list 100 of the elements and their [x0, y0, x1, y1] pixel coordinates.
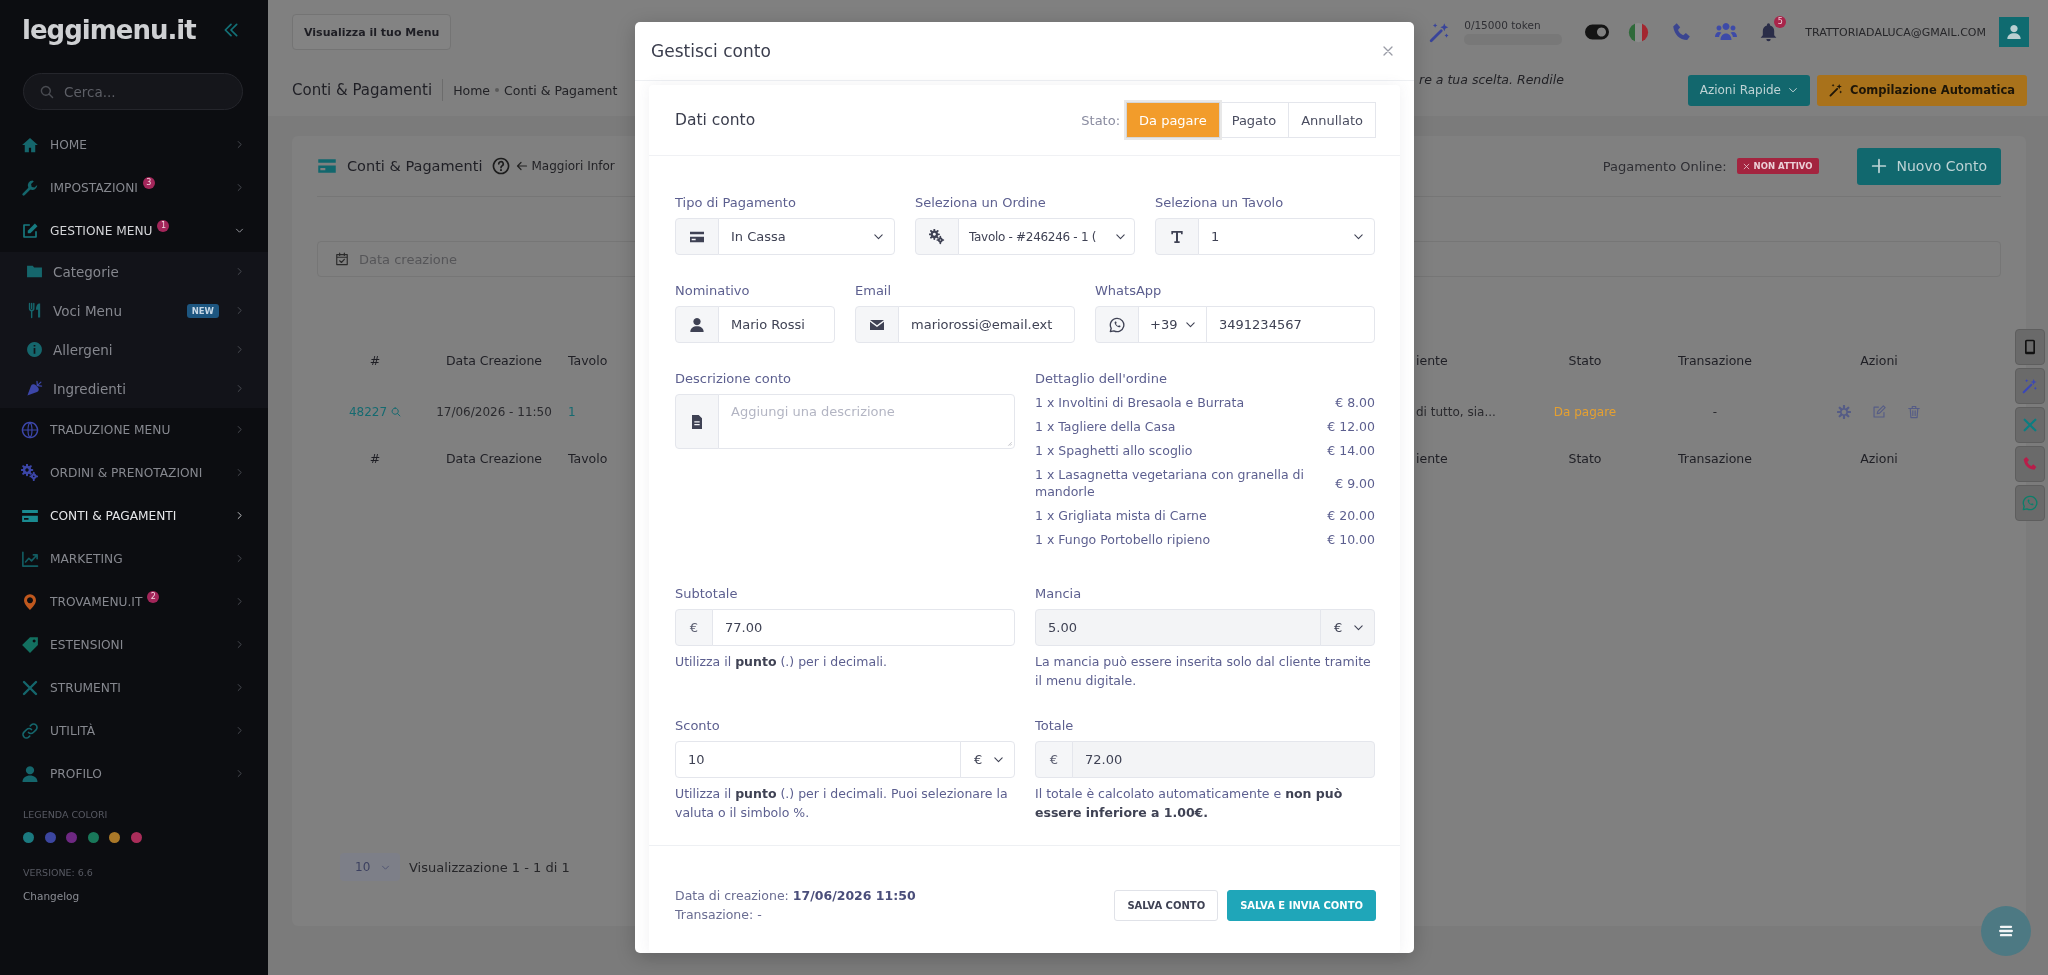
payment-type-select[interactable]: In Cassa — [718, 218, 895, 255]
search-field[interactable]: Cerca... — [23, 73, 243, 110]
help-icon[interactable] — [492, 157, 511, 175]
collapse-icon[interactable] — [223, 22, 239, 38]
tools-icon[interactable] — [2015, 407, 2045, 443]
status-toggle-button[interactable]: Annullato — [1288, 102, 1376, 138]
mobile-phone-icon[interactable] — [2015, 329, 2045, 365]
breadcrumb-link[interactable]: Home — [453, 82, 491, 98]
field-label: Nominativo — [675, 282, 751, 299]
column-header: iente — [1416, 450, 1448, 466]
help-text: Il totale è calcolato automaticamente e non può essere inferiore a 1.00€. — [1035, 785, 1344, 822]
submenu-item[interactable]: Allergeni — [0, 330, 268, 369]
order-item-text: 1 x Involtini di Bresaola e Burrata — [1035, 394, 1246, 411]
field-label: Totale — [1035, 717, 1075, 734]
order-item-text: 1 x Fungo Portobello ripieno — [1035, 531, 1212, 548]
order-item-price: € 12.00 — [1327, 418, 1375, 435]
sidebar-item[interactable]: MARKETING — [0, 537, 268, 580]
magic-wand-icon[interactable] — [1429, 21, 1451, 43]
close-icon[interactable] — [1382, 45, 1394, 57]
table-select[interactable]: 1 — [1198, 218, 1375, 255]
sidebar-item[interactable]: UTILITÀ — [0, 709, 268, 752]
order-item-price: € 9.00 — [1334, 474, 1375, 492]
save-and-send-button[interactable]: SALVA E INVIA CONTO — [1227, 889, 1376, 921]
sidebar-item[interactable]: PROFILO — [0, 752, 268, 795]
page-title: Conti & Pagamenti — [292, 81, 433, 99]
order-item-price: € 14.00 — [1327, 442, 1375, 459]
chevron-down-icon — [1115, 231, 1126, 242]
column-header: Transazione — [1678, 352, 1752, 368]
flag-icon[interactable] — [1628, 21, 1650, 43]
envelope-icon — [855, 306, 899, 343]
chevron-right-icon — [235, 683, 244, 692]
sidebar-item[interactable]: ORDINI & PRENOTAZIONI — [0, 451, 268, 494]
help-text: Utilizza il punto (.) per i decimali. Puoi selezionare la valuta o il simbolo %. — [675, 785, 1009, 822]
chevron-right-icon — [235, 726, 244, 735]
column-header: Data Creazione — [445, 450, 543, 466]
sidebar-item[interactable]: IMPOSTAZIONI 3 — [0, 166, 268, 209]
save-button[interactable]: SALVA CONTO — [1114, 889, 1219, 921]
currency-select[interactable]: € — [960, 741, 1015, 778]
sidebar-item[interactable]: STRUMENTI — [0, 666, 268, 709]
field-label: WhatsApp — [1095, 282, 1163, 299]
column-header: Data Creazione — [445, 352, 543, 368]
help-text: La mancia può essere inserita solo dal cliente tramite il menu digitale. — [1035, 653, 1372, 690]
email-input[interactable]: mariorossi@email.ext — [898, 306, 1075, 343]
trash-icon[interactable] — [1907, 405, 1921, 419]
submenu-item[interactable]: Ingredienti — [0, 369, 268, 408]
more-info-link[interactable]: Maggiori Infor — [516, 159, 615, 173]
legend-title: LEGENDA COLORI — [23, 809, 109, 821]
sidebar-item[interactable]: CONTI & PAGAMENTI — [0, 494, 268, 537]
phone-input[interactable]: 3491234567 — [1206, 306, 1375, 343]
submenu-item[interactable]: Categorie — [0, 252, 268, 291]
chevron-right-icon — [235, 511, 244, 520]
order-item-price: € 8.00 — [1334, 394, 1375, 411]
subtotal-input[interactable]: 77.00 — [712, 609, 1015, 646]
count-badge: 3 — [142, 176, 155, 189]
country-code-select[interactable]: +39 — [1138, 306, 1207, 343]
count-badge: 2 — [147, 590, 160, 603]
name-input[interactable]: Mario Rossi — [718, 306, 835, 343]
edit-icon[interactable] — [1872, 405, 1886, 419]
order-item-text: 1 x Lasagnetta vegetariana con granella di mandorle — [1035, 466, 1305, 500]
document-icon — [675, 394, 719, 449]
help-text: Utilizza il punto (.) per i decimali. — [675, 653, 889, 671]
user-icon — [675, 306, 719, 343]
settings-icon[interactable] — [1837, 405, 1851, 419]
column-header: # — [369, 352, 381, 368]
quick-actions-button[interactable]: Azioni Rapide — [1687, 74, 1810, 106]
sidebar-item[interactable]: TROVAMENU.IT 2 — [0, 580, 268, 623]
chevron-down-icon — [1353, 231, 1364, 242]
separator-dot-icon — [495, 88, 500, 92]
order-item-price: € 20.00 — [1327, 507, 1375, 524]
chevron-down-icon — [993, 754, 1004, 765]
phone-icon[interactable] — [1671, 21, 1693, 43]
submenu-item[interactable]: Voci Menu NEW — [0, 291, 268, 330]
phone-icon[interactable] — [2015, 446, 2045, 482]
chevron-right-icon — [235, 425, 244, 434]
modal-title: Gestisci conto — [651, 41, 771, 61]
sidebar-item[interactable]: HOME — [0, 123, 268, 166]
changelog-link[interactable]: Changelog — [23, 889, 268, 903]
chevron-right-icon — [235, 140, 244, 149]
arrow-left-icon — [516, 160, 529, 172]
order-select[interactable]: Tavolo - #246246 - 1 ( — [958, 218, 1135, 255]
version-label: VERSIONE: 6.6 — [23, 867, 94, 879]
feature-tag: NEW — [186, 303, 219, 318]
status-badge: NON ATTIVO — [1736, 158, 1819, 174]
sidebar-item[interactable]: GESTIONE MENU 1 — [0, 209, 268, 252]
new-bill-button[interactable]: Nuovo Conto — [1856, 147, 2001, 185]
credit-card-icon — [317, 156, 337, 176]
chevron-right-icon — [235, 183, 244, 192]
chevron-right-icon — [235, 597, 244, 606]
column-header: Tavolo — [568, 450, 608, 466]
field-label: Dettaglio dell'ordine — [1035, 370, 1168, 387]
whatsapp-icon[interactable] — [2015, 485, 2045, 521]
discount-input[interactable]: 10 — [675, 741, 961, 778]
view-menu-button[interactable]: Visualizza il tuo Menu — [292, 14, 452, 50]
sidebar-item[interactable]: TRADUZIONE MENU — [0, 408, 268, 451]
account-email[interactable]: TRATTORIADALUCA@GMAIL.COM — [1805, 25, 1986, 39]
token-counter: 0/15000 token — [1464, 19, 1542, 31]
order-item-text: 1 x Grigliata mista di Carne — [1035, 507, 1208, 524]
sidebar-item[interactable]: ESTENSIONI — [0, 623, 268, 666]
user-avatar-icon[interactable] — [1999, 17, 2029, 47]
auto-fill-button[interactable]: Compilazione Automatica — [1817, 74, 2027, 106]
